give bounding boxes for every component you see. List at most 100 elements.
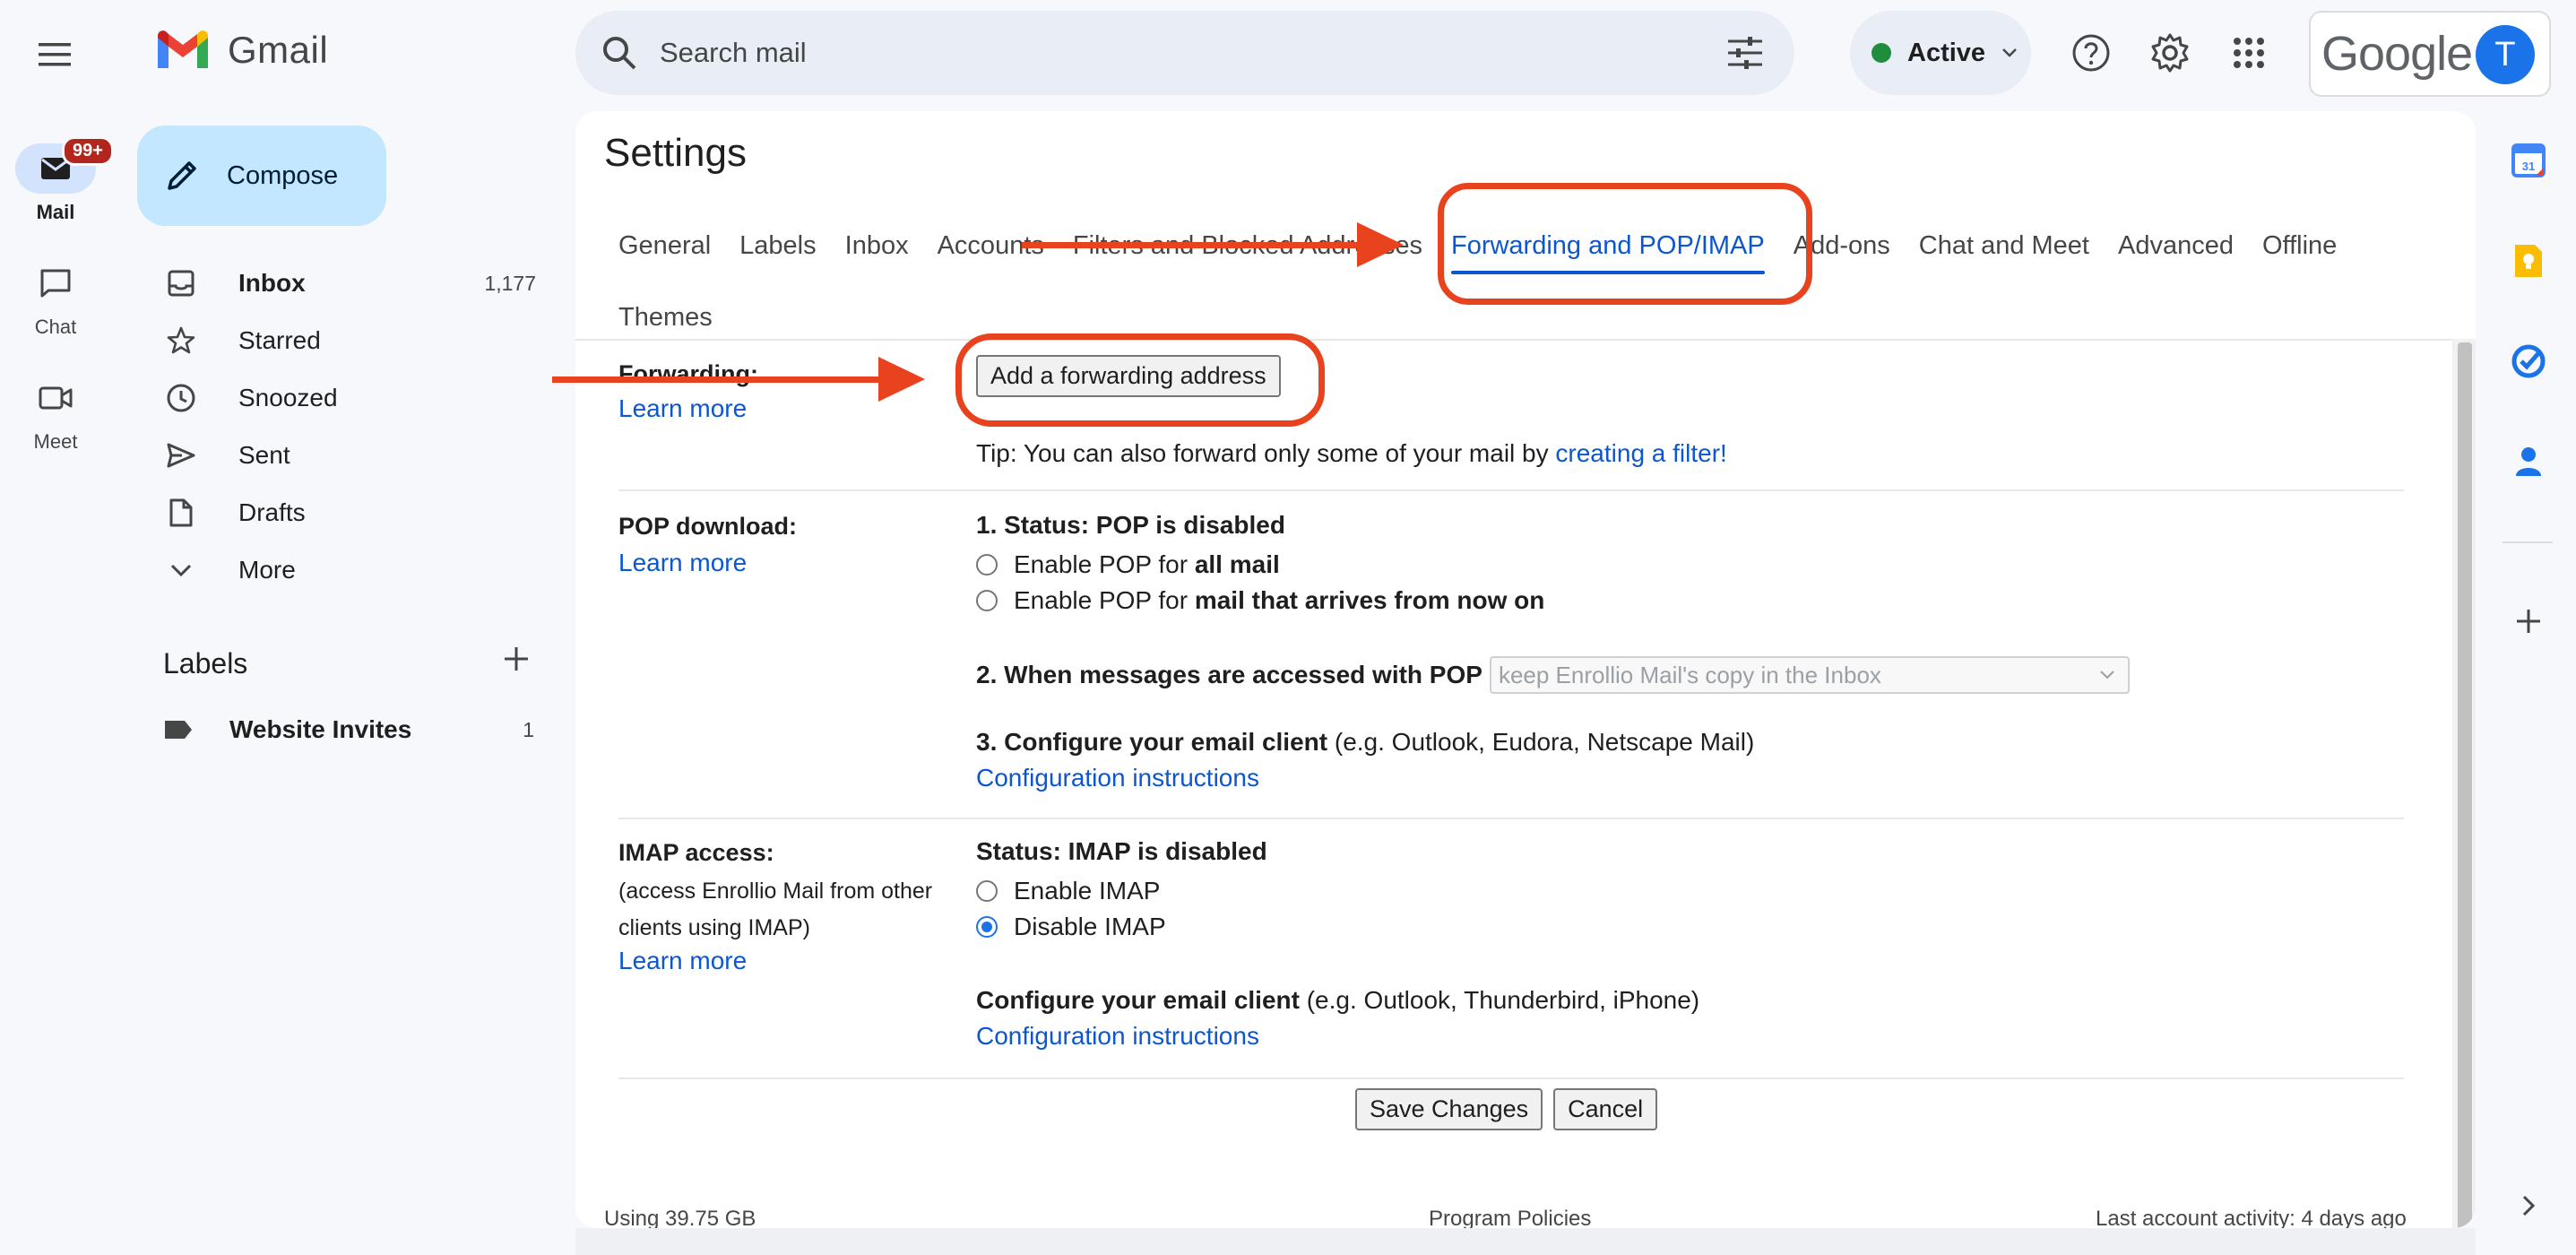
search-icon[interactable] xyxy=(601,34,638,72)
select-value: keep Enrollio Mail's copy in the Inbox xyxy=(1498,661,1881,688)
status-dot xyxy=(1871,43,1891,63)
nav-item-drafts[interactable]: Drafts xyxy=(152,484,538,541)
get-addons-button[interactable] xyxy=(2506,599,2551,644)
imap-client-examples: (e.g. Outlook, Thunderbird, iPhone) xyxy=(1299,986,1700,1014)
pop-action-select[interactable]: keep Enrollio Mail's copy in the Inbox xyxy=(1489,656,2130,694)
app-name: Gmail xyxy=(228,29,329,71)
side-panel-divider xyxy=(2503,541,2553,543)
imap-label: IMAP access: xyxy=(618,839,774,866)
main-menu-button[interactable] xyxy=(32,32,77,77)
pop-settings: 1. Status: POP is disabled Enable POP fo… xyxy=(976,511,2374,792)
hide-side-panel-button[interactable] xyxy=(2506,1183,2551,1228)
chat-icon xyxy=(40,269,71,298)
gmail-logo[interactable]: Gmail xyxy=(154,29,328,72)
nav-item-inbox[interactable]: Inbox 1,177 xyxy=(152,255,538,312)
nav-item-sent[interactable]: Sent xyxy=(152,427,538,484)
page-title: Settings xyxy=(604,131,747,175)
calendar-button[interactable]: 31 xyxy=(2506,138,2551,183)
nav-label: Snoozed xyxy=(238,384,338,411)
compose-label: Compose xyxy=(227,160,339,190)
pop-learn-more-link[interactable]: Learn more xyxy=(618,549,747,576)
section-divider xyxy=(618,489,2404,491)
scrollbar-thumb[interactable] xyxy=(2458,342,2472,1228)
rail-label-meet: Meet xyxy=(33,430,78,453)
annotation-highlight-tab xyxy=(1438,183,1812,305)
rail-item-meet[interactable]: Meet xyxy=(0,373,111,454)
tab-advanced[interactable]: Advanced xyxy=(2104,210,2248,281)
create-filter-link[interactable]: creating a filter! xyxy=(1555,439,1726,467)
pop-all-mail-option[interactable]: Enable POP for all mail xyxy=(976,547,2374,583)
imap-learn-more-link[interactable]: Learn more xyxy=(618,947,747,974)
nav-item-starred[interactable]: Starred xyxy=(152,312,538,369)
option-text: Disable IMAP xyxy=(1014,913,1166,940)
tab-themes[interactable]: Themes xyxy=(604,281,727,353)
nav-item-snoozed[interactable]: Snoozed xyxy=(152,369,538,427)
star-icon xyxy=(167,326,195,354)
search-options-icon[interactable] xyxy=(1726,36,1764,70)
nav-label: Drafts xyxy=(238,498,306,526)
pop-from-now-option[interactable]: Enable POP for mail that arrives from no… xyxy=(976,583,2374,619)
save-changes-button[interactable]: Save Changes xyxy=(1355,1088,1543,1130)
plus-icon xyxy=(505,647,528,671)
program-policies-link[interactable]: Program Policies xyxy=(1429,1207,1591,1228)
tab-general[interactable]: General xyxy=(604,210,725,281)
tab-offline[interactable]: Offline xyxy=(2248,210,2351,281)
support-button[interactable] xyxy=(2069,30,2114,75)
apps-grid-icon xyxy=(2234,38,2264,68)
rail-label-chat: Chat xyxy=(34,316,77,338)
enable-imap-option[interactable]: Enable IMAP xyxy=(976,873,2374,909)
radio-pop-all[interactable] xyxy=(976,554,998,576)
compose-button[interactable]: Compose xyxy=(137,126,386,226)
google-logo: Google xyxy=(2321,27,2473,81)
tab-labels[interactable]: Labels xyxy=(725,210,830,281)
search-input[interactable]: Search mail xyxy=(660,37,807,69)
chevron-down-icon xyxy=(170,564,192,577)
radio-enable-imap[interactable] xyxy=(976,880,998,902)
forwarding-tip: Tip: You can also forward only some of y… xyxy=(976,439,1727,468)
tab-chat-meet[interactable]: Chat and Meet xyxy=(1905,210,2104,281)
section-divider xyxy=(618,818,2404,819)
mail-nav: Inbox 1,177 Starred Snoozed Sent Drafts … xyxy=(152,255,538,599)
pencil-icon xyxy=(168,161,196,190)
imap-description: (access Enrollio Mail from other clients… xyxy=(618,878,933,940)
send-icon xyxy=(167,443,195,468)
rail-item-mail[interactable]: 99+ Mail xyxy=(0,136,114,224)
imap-client-label: Configure your email client xyxy=(976,986,1300,1014)
tab-inbox[interactable]: Inbox xyxy=(831,210,923,281)
labels-heading: Labels xyxy=(163,647,248,679)
radio-pop-from-now[interactable] xyxy=(976,590,998,611)
hamburger-icon xyxy=(39,43,71,66)
rail-item-chat[interactable]: Chat xyxy=(0,258,111,339)
nav-label: Inbox xyxy=(238,269,306,297)
status-selector[interactable]: Active xyxy=(1850,11,2031,95)
add-icon xyxy=(2517,610,2540,633)
keep-button[interactable] xyxy=(2506,238,2551,283)
add-label-button[interactable] xyxy=(502,644,531,679)
disable-imap-option[interactable]: Disable IMAP xyxy=(976,909,2374,945)
tasks-button[interactable] xyxy=(2506,339,2551,384)
last-activity[interactable]: Last account activity: 4 days ago xyxy=(2096,1207,2407,1228)
label-item-website-invites[interactable]: Website Invites 1 xyxy=(163,715,540,744)
pop-label: POP download: xyxy=(618,513,798,540)
keep-icon xyxy=(2515,245,2542,277)
pop-step2-label: 2. When messages are accessed with POP xyxy=(976,661,1482,688)
imap-config-instructions-link[interactable]: Configuration instructions xyxy=(976,1022,1259,1050)
chevron-down-icon xyxy=(2002,48,2017,57)
meet-icon xyxy=(39,386,73,410)
imap-status: Status: IMAP is disabled xyxy=(976,837,1267,865)
apps-button[interactable] xyxy=(2226,30,2271,75)
contacts-button[interactable] xyxy=(2506,439,2551,484)
gmail-m-icon xyxy=(158,30,208,68)
bottom-edge xyxy=(575,1228,2476,1255)
pop-step3-examples: (e.g. Outlook, Eudora, Netscape Mail) xyxy=(1327,728,1755,756)
forwarding-learn-more-link[interactable]: Learn more xyxy=(618,394,747,422)
search-bar[interactable]: Search mail xyxy=(575,11,1794,95)
pop-config-instructions-link[interactable]: Configuration instructions xyxy=(976,764,1259,792)
forwarding-label: Forwarding: xyxy=(618,360,758,387)
annotation-arrow-tab xyxy=(1022,222,1404,267)
radio-disable-imap[interactable] xyxy=(976,916,998,938)
cancel-button[interactable]: Cancel xyxy=(1553,1088,1658,1130)
account-button[interactable]: Google T xyxy=(2309,11,2551,97)
nav-item-more[interactable]: More xyxy=(152,541,538,599)
settings-button[interactable] xyxy=(2148,30,2192,75)
